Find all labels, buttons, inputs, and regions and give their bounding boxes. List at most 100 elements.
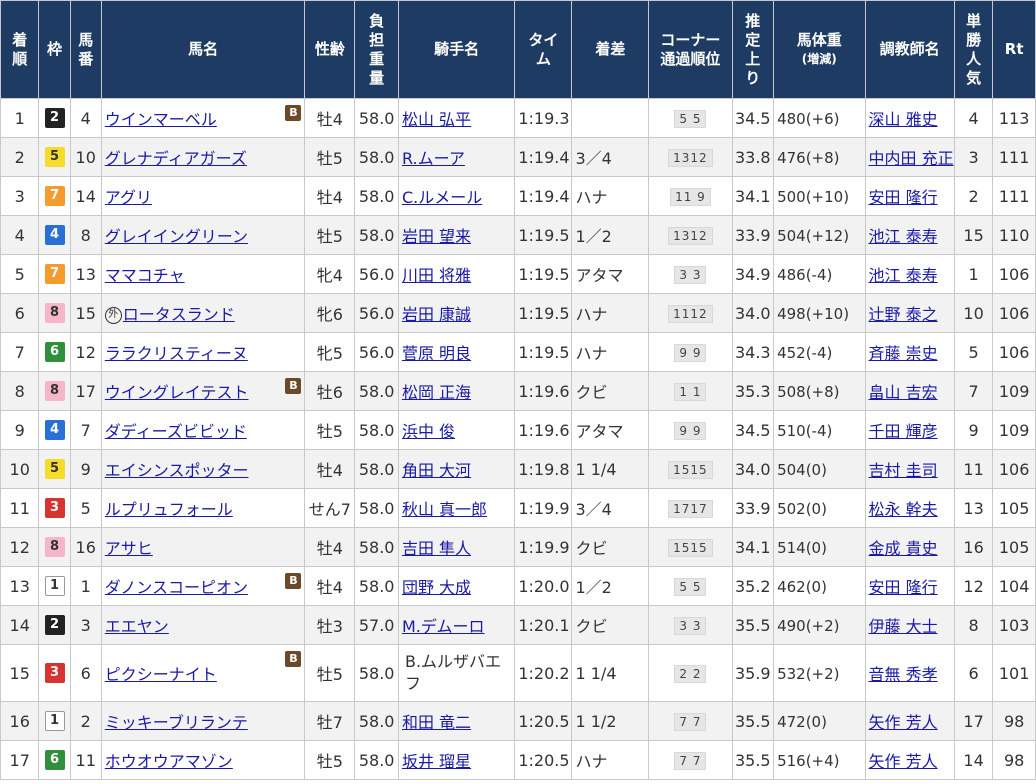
trainer-cell-text[interactable]: 矢作 芳人 bbox=[869, 713, 938, 732]
trainer-cell-text[interactable]: 池江 泰寿 bbox=[869, 227, 938, 246]
horse-name-link[interactable]: ウイングレイテスト bbox=[105, 383, 249, 402]
jockey-name-link[interactable]: 松山 弘平 bbox=[402, 110, 471, 129]
horse-name-link[interactable]: ミッキーブリランテ bbox=[105, 713, 248, 732]
jockey-name-link[interactable]: 川田 将雅 bbox=[402, 266, 471, 285]
horse-name-cell[interactable]: ウイングレイテスト B bbox=[100, 371, 306, 411]
horse-name-link[interactable]: グレナディアガーズ bbox=[105, 149, 247, 168]
horse-name-cell[interactable]: ウインマーベル B bbox=[100, 98, 306, 138]
horse-name-cell[interactable]: エエヤン bbox=[100, 605, 306, 645]
trainer-cell[interactable]: 矢作 芳人 bbox=[864, 701, 955, 741]
trainer-cell[interactable]: 音無 秀孝 bbox=[864, 644, 955, 702]
jockey-cell[interactable]: 和田 竜二 bbox=[397, 701, 516, 741]
jockey-cell[interactable]: C.ルメール bbox=[397, 176, 516, 216]
horse-name-cell[interactable]: ダノンスコーピオン B bbox=[100, 566, 306, 606]
jockey-cell[interactable]: 坂井 瑠星 bbox=[397, 740, 516, 780]
horse-name-link[interactable]: ララクリスティーヌ bbox=[105, 344, 248, 363]
jockey-cell[interactable]: 秋山 真一郎 bbox=[397, 488, 516, 528]
jockey-cell[interactable]: 松岡 正海 bbox=[397, 371, 516, 411]
horse-name-cell[interactable]: ママコチャ bbox=[100, 254, 306, 294]
trainer-cell[interactable]: 矢作 芳人 bbox=[864, 740, 955, 780]
horse-name-cell[interactable]: ミッキーブリランテ bbox=[100, 701, 306, 741]
jockey-name-link[interactable]: 団野 大成 bbox=[402, 578, 471, 597]
jockey-cell[interactable]: 浜中 俊 bbox=[397, 410, 516, 450]
jockey-name-link[interactable]: 和田 竜二 bbox=[402, 713, 471, 732]
jockey-name-link[interactable]: 菅原 明良 bbox=[402, 344, 471, 363]
horse-name-cell[interactable]: ホウオウアマゾン bbox=[100, 740, 306, 780]
jockey-cell[interactable]: M.デムーロ bbox=[397, 605, 516, 645]
jockey-cell[interactable]: 松山 弘平 bbox=[397, 98, 516, 138]
horse-name-cell[interactable]: エイシンスポッター bbox=[100, 449, 306, 489]
horse-name-link[interactable]: ホウオウアマゾン bbox=[105, 752, 233, 771]
jockey-name-link[interactable]: 岩田 康誠 bbox=[402, 305, 471, 324]
trainer-cell-text[interactable]: 松永 幹夫 bbox=[869, 500, 938, 519]
horse-name-cell[interactable]: ダディーズビビッド bbox=[100, 410, 306, 450]
horse-name-link[interactable]: ダノンスコーピオン bbox=[105, 578, 248, 597]
trainer-cell[interactable]: 中内田 充正 bbox=[864, 137, 955, 177]
trainer-cell[interactable]: 千田 輝彦 bbox=[864, 410, 955, 450]
jockey-name-link[interactable]: M.デムーロ bbox=[402, 617, 485, 636]
jockey-name-link[interactable]: 吉田 隼人 bbox=[402, 539, 471, 558]
trainer-cell[interactable]: 畠山 吉宏 bbox=[864, 371, 955, 411]
jockey-cell[interactable]: 岩田 望来 bbox=[397, 215, 516, 255]
trainer-cell-text[interactable]: 安田 隆行 bbox=[869, 578, 938, 597]
jockey-cell[interactable]: 菅原 明良 bbox=[397, 332, 516, 372]
jockey-name-link[interactable]: C.ルメール bbox=[402, 188, 482, 207]
jockey-cell[interactable]: 団野 大成 bbox=[397, 566, 516, 606]
horse-name-cell[interactable]: グレナディアガーズ bbox=[100, 137, 306, 177]
horse-name-cell[interactable]: アサヒ bbox=[100, 527, 306, 567]
trainer-cell[interactable]: 伊藤 大士 bbox=[864, 605, 955, 645]
jockey-cell[interactable]: 岩田 康誠 bbox=[397, 293, 516, 333]
trainer-cell[interactable]: 池江 泰寿 bbox=[864, 215, 955, 255]
jockey-name-link[interactable]: 岩田 望来 bbox=[402, 227, 471, 246]
trainer-cell[interactable]: 辻野 泰之 bbox=[864, 293, 955, 333]
trainer-cell[interactable]: 安田 隆行 bbox=[864, 176, 955, 216]
trainer-cell[interactable]: 松永 幹夫 bbox=[864, 488, 955, 528]
horse-name-link[interactable]: アサヒ bbox=[105, 539, 153, 558]
trainer-cell-text[interactable]: 中内田 充正 bbox=[869, 149, 954, 168]
trainer-cell[interactable]: 斉藤 崇史 bbox=[864, 332, 955, 372]
trainer-cell[interactable]: 安田 隆行 bbox=[864, 566, 955, 606]
jockey-cell[interactable]: R.ムーア bbox=[397, 137, 516, 177]
horse-name-cell[interactable]: 外ロータスランド bbox=[100, 293, 306, 333]
jockey-cell[interactable]: 吉田 隼人 bbox=[397, 527, 516, 567]
trainer-cell-text[interactable]: 辻野 泰之 bbox=[869, 305, 938, 324]
jockey-name-link[interactable]: 坂井 瑠星 bbox=[402, 752, 471, 771]
horse-name-link[interactable]: ウインマーベル bbox=[105, 110, 217, 129]
horse-name-link[interactable]: アグリ bbox=[105, 188, 152, 207]
horse-name-link[interactable]: エエヤン bbox=[105, 617, 169, 636]
horse-name-cell[interactable]: ララクリスティーヌ bbox=[100, 332, 306, 372]
trainer-cell-text[interactable]: 伊藤 大士 bbox=[869, 617, 938, 636]
horse-name-link[interactable]: グレイイングリーン bbox=[105, 227, 248, 246]
horse-name-cell[interactable]: グレイイングリーン bbox=[100, 215, 306, 255]
trainer-cell[interactable]: 池江 泰寿 bbox=[864, 254, 955, 294]
horse-name-link[interactable]: ダディーズビビッド bbox=[105, 422, 247, 441]
trainer-cell-text[interactable]: 千田 輝彦 bbox=[869, 422, 938, 441]
trainer-cell-text[interactable]: 安田 隆行 bbox=[869, 188, 938, 207]
horse-name-cell[interactable]: ピクシーナイト B bbox=[100, 644, 306, 702]
jockey-name-link[interactable]: 松岡 正海 bbox=[402, 383, 471, 402]
horse-name-link[interactable]: ピクシーナイト bbox=[105, 665, 217, 684]
trainer-cell-text[interactable]: 矢作 芳人 bbox=[869, 752, 938, 771]
trainer-cell-text[interactable]: 深山 雅史 bbox=[869, 110, 938, 129]
trainer-cell[interactable]: 吉村 圭司 bbox=[864, 449, 955, 489]
horse-name-link[interactable]: ロータスランド bbox=[123, 305, 235, 324]
jockey-name-link[interactable]: 秋山 真一郎 bbox=[402, 500, 487, 519]
jockey-cell[interactable]: 川田 将雅 bbox=[397, 254, 516, 294]
horse-name-link[interactable]: ルプリュフォール bbox=[105, 500, 233, 519]
horse-name-link[interactable]: ママコチャ bbox=[105, 266, 185, 285]
horse-name-cell[interactable]: ルプリュフォール bbox=[100, 488, 306, 528]
trainer-cell[interactable]: 深山 雅史 bbox=[864, 98, 955, 138]
trainer-cell-text[interactable]: 池江 泰寿 bbox=[869, 266, 938, 285]
trainer-cell[interactable]: 金成 貴史 bbox=[864, 527, 955, 567]
horse-name-link[interactable]: エイシンスポッター bbox=[105, 461, 249, 480]
jockey-cell[interactable]: 角田 大河 bbox=[397, 449, 516, 489]
jockey-name-link[interactable]: 浜中 俊 bbox=[402, 422, 455, 441]
trainer-cell-text[interactable]: 金成 貴史 bbox=[869, 539, 938, 558]
trainer-cell-text[interactable]: 音無 秀孝 bbox=[869, 665, 938, 684]
jockey-name-link[interactable]: R.ムーア bbox=[402, 149, 465, 168]
trainer-cell-text[interactable]: 畠山 吉宏 bbox=[869, 383, 938, 402]
jockey-name-link[interactable]: 角田 大河 bbox=[402, 461, 471, 480]
trainer-cell-text[interactable]: 吉村 圭司 bbox=[869, 461, 938, 480]
horse-name-cell[interactable]: アグリ bbox=[100, 176, 306, 216]
trainer-cell-text[interactable]: 斉藤 崇史 bbox=[869, 344, 938, 363]
